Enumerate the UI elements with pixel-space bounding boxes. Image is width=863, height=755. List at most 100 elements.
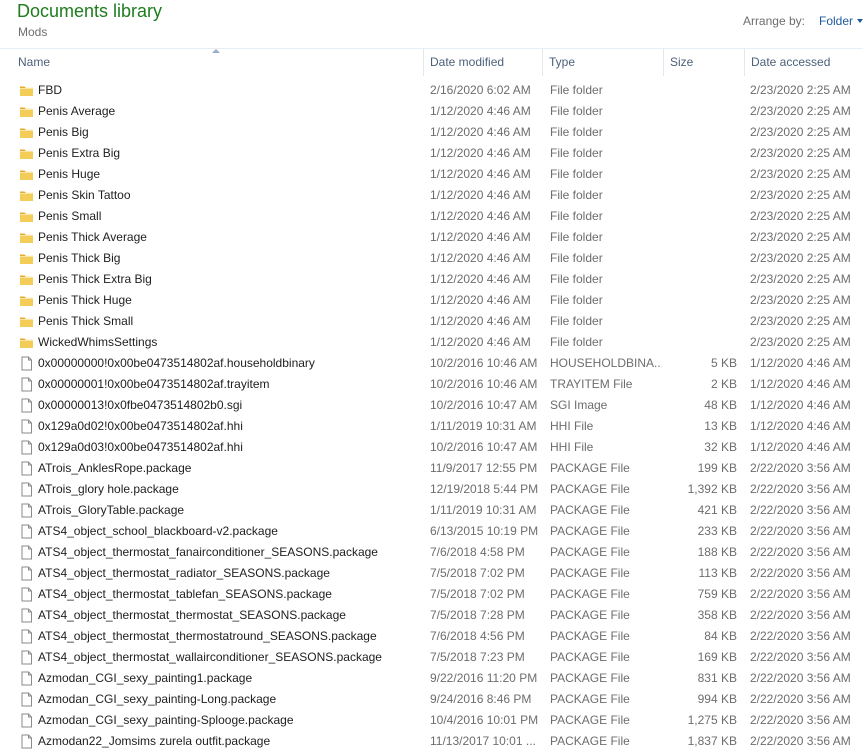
file-row[interactable]: ATS4_object_thermostat_thermostatround_S… <box>0 626 863 647</box>
file-row[interactable]: Penis Extra Big 1/12/2020 4:46 AM File f… <box>0 143 863 164</box>
library-subtitle: Mods <box>18 25 48 39</box>
folder-icon <box>19 146 34 161</box>
file-type: PACKAGE File <box>550 566 630 580</box>
folder-icon <box>19 335 34 350</box>
file-row[interactable]: ATS4_object_school_blackboard-v2.package… <box>0 521 863 542</box>
file-row[interactable]: ATS4_object_thermostat_tablefan_SEASONS.… <box>0 584 863 605</box>
file-date-accessed: 2/23/2020 2:25 AM <box>750 314 851 328</box>
file-size <box>666 248 737 269</box>
file-icon <box>19 692 34 707</box>
column-header-date-accessed[interactable]: Date accessed <box>745 49 863 76</box>
file-row[interactable]: 0x00000001!0x00be0473514802af.trayitem 1… <box>0 374 863 395</box>
file-row[interactable]: 0x00000013!0x0fbe0473514802b0.sgi 10/2/2… <box>0 395 863 416</box>
file-size <box>666 164 737 185</box>
file-date-accessed: 1/12/2020 4:46 AM <box>750 419 851 433</box>
file-name: Azmodan22_Jomsims zurela outfit.package <box>38 734 271 748</box>
column-header-size[interactable]: Size <box>664 49 745 76</box>
file-name: ATrois_glory hole.package <box>38 482 179 496</box>
arrange-by-dropdown[interactable]: Folder <box>819 14 863 28</box>
file-icon <box>19 440 34 455</box>
folder-icon <box>19 167 34 182</box>
file-row[interactable]: Penis Average 1/12/2020 4:46 AM File fol… <box>0 101 863 122</box>
file-date-modified: 10/2/2016 10:46 AM <box>430 377 538 391</box>
file-date-accessed: 2/22/2020 3:56 AM <box>750 587 851 601</box>
file-row[interactable]: Azmodan_CGI_sexy_painting1.package 9/22/… <box>0 668 863 689</box>
file-icon <box>19 629 34 644</box>
file-date-modified: 1/12/2020 4:46 AM <box>430 314 531 328</box>
file-row[interactable]: Azmodan_CGI_sexy_painting-Long.package 9… <box>0 689 863 710</box>
file-name: Azmodan_CGI_sexy_painting-Splooge.packag… <box>38 713 294 727</box>
file-type: File folder <box>550 230 603 244</box>
file-name: WickedWhimsSettings <box>38 335 158 349</box>
file-date-modified: 9/24/2016 8:46 PM <box>430 692 532 706</box>
file-row[interactable]: Penis Skin Tattoo 1/12/2020 4:46 AM File… <box>0 185 863 206</box>
file-row[interactable]: 0x00000000!0x00be0473514802af.householdb… <box>0 353 863 374</box>
file-date-modified: 11/9/2017 12:55 PM <box>430 461 538 475</box>
column-header-type[interactable]: Type <box>543 49 664 76</box>
file-size: 13 KB <box>704 419 737 433</box>
file-date-accessed: 2/22/2020 3:56 AM <box>750 671 851 685</box>
file-icon <box>19 734 34 749</box>
file-date-modified: 10/2/2016 10:47 AM <box>430 440 538 454</box>
file-size: 48 KB <box>704 398 737 412</box>
file-name: 0x00000013!0x0fbe0473514802b0.sgi <box>38 398 243 412</box>
file-row[interactable]: ATS4_object_thermostat_fanairconditioner… <box>0 542 863 563</box>
file-icon <box>19 545 34 560</box>
file-row[interactable]: ATS4_object_thermostat_radiator_SEASONS.… <box>0 563 863 584</box>
file-name: Penis Skin Tattoo <box>38 188 131 202</box>
file-row[interactable]: ATrois_GloryTable.package 1/11/2019 10:3… <box>0 500 863 521</box>
file-row[interactable]: Penis Thick Average 1/12/2020 4:46 AM Fi… <box>0 227 863 248</box>
file-size: 1,837 KB <box>687 734 737 748</box>
file-row[interactable]: WickedWhimsSettings 1/12/2020 4:46 AM Fi… <box>0 332 863 353</box>
file-date-modified: 7/5/2018 7:02 PM <box>430 587 525 601</box>
file-row[interactable]: ATrois_glory hole.package 12/19/2018 5:4… <box>0 479 863 500</box>
file-date-accessed: 2/22/2020 3:56 AM <box>750 545 851 559</box>
file-row[interactable]: ATS4_object_thermostat_wallairconditione… <box>0 647 863 668</box>
file-row[interactable]: Penis Big 1/12/2020 4:46 AM File folder … <box>0 122 863 143</box>
file-name: ATS4_object_thermostat_thermostat_SEASON… <box>38 608 346 622</box>
file-date-modified: 7/5/2018 7:02 PM <box>430 566 525 580</box>
file-row[interactable]: 0x129a0d02!0x00be0473514802af.hhi 1/11/2… <box>0 416 863 437</box>
file-name: 0x00000001!0x00be0473514802af.trayitem <box>38 377 270 391</box>
file-size: 199 KB <box>697 461 737 475</box>
file-date-modified: 11/13/2017 10:01 ... <box>430 734 536 748</box>
file-size: 169 KB <box>697 650 737 664</box>
file-date-modified: 1/12/2020 4:46 AM <box>430 335 531 349</box>
file-type: PACKAGE File <box>550 608 630 622</box>
file-date-modified: 7/5/2018 7:23 PM <box>430 650 525 664</box>
file-type: HHI File <box>550 419 594 433</box>
file-date-accessed: 2/22/2020 3:56 AM <box>750 503 851 517</box>
folder-icon <box>19 104 34 119</box>
file-row[interactable]: FBD 2/16/2020 6:02 AM File folder 2/23/2… <box>0 80 863 101</box>
file-date-accessed: 2/23/2020 2:25 AM <box>750 209 851 223</box>
file-type: File folder <box>550 104 603 118</box>
file-row[interactable]: Penis Small 1/12/2020 4:46 AM File folde… <box>0 206 863 227</box>
library-title: Documents library <box>17 1 163 21</box>
file-type: TRAYITEM File <box>550 377 633 391</box>
file-row[interactable]: Penis Thick Extra Big 1/12/2020 4:46 AM … <box>0 269 863 290</box>
file-icon <box>19 356 34 371</box>
file-date-accessed: 2/23/2020 2:25 AM <box>750 83 851 97</box>
file-date-modified: 6/13/2015 10:19 PM <box>430 524 539 538</box>
file-type: PACKAGE File <box>550 545 630 559</box>
file-date-modified: 9/22/2016 11:20 PM <box>430 671 538 685</box>
file-size: 358 KB <box>697 608 737 622</box>
file-row[interactable]: Penis Huge 1/12/2020 4:46 AM File folder… <box>0 164 863 185</box>
file-row[interactable]: Azmodan22_Jomsims zurela outfit.package … <box>0 731 863 752</box>
column-header-date-modified[interactable]: Date modified <box>424 49 543 76</box>
file-type: PACKAGE File <box>550 713 630 727</box>
file-row[interactable]: 0x129a0d03!0x00be0473514802af.hhi 10/2/2… <box>0 437 863 458</box>
file-row[interactable]: Penis Thick Small 1/12/2020 4:46 AM File… <box>0 311 863 332</box>
file-type: PACKAGE File <box>550 482 630 496</box>
file-date-accessed: 2/23/2020 2:25 AM <box>750 104 851 118</box>
file-row[interactable]: Penis Thick Big 1/12/2020 4:46 AM File f… <box>0 248 863 269</box>
file-row[interactable]: ATrois_AnklesRope.package 11/9/2017 12:5… <box>0 458 863 479</box>
file-name: 0x129a0d03!0x00be0473514802af.hhi <box>38 440 243 454</box>
file-size <box>666 290 737 311</box>
column-header-name[interactable]: Name <box>12 49 424 76</box>
file-name: ATS4_object_thermostat_thermostatround_S… <box>38 629 377 643</box>
file-row[interactable]: Penis Thick Huge 1/12/2020 4:46 AM File … <box>0 290 863 311</box>
file-row[interactable]: Azmodan_CGI_sexy_painting-Splooge.packag… <box>0 710 863 731</box>
file-name: Penis Thick Huge <box>38 293 132 307</box>
file-row[interactable]: ATS4_object_thermostat_thermostat_SEASON… <box>0 605 863 626</box>
